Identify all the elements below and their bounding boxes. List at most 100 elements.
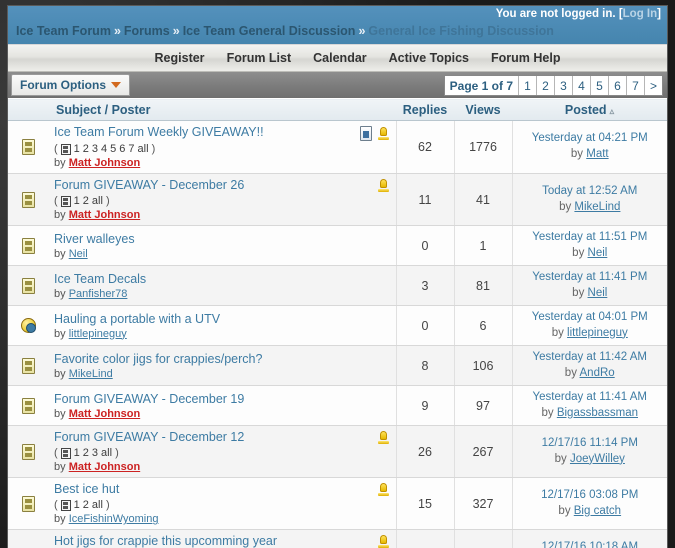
topic-title-link[interactable]: Forum GIVEAWAY - December 19 — [54, 392, 244, 406]
table-row[interactable]: River walleyes by Neil 0 1 Yesterday at 11:5… — [8, 224, 667, 267]
topic-status-cell — [8, 265, 48, 307]
topic-page-link[interactable]: 1 — [74, 499, 80, 511]
last-post-date[interactable]: 12/17/16 11:14 PM — [519, 436, 662, 452]
topic-page-link[interactable]: 1 — [74, 143, 80, 155]
last-post-author-link[interactable]: Bigassbassman — [557, 407, 638, 419]
breadcrumb-item-2[interactable]: Ice Team General Discussion — [183, 24, 356, 38]
table-row[interactable]: Forum GIVEAWAY - December 19 by Matt John… — [8, 385, 667, 427]
column-header-views[interactable]: Views — [454, 98, 512, 121]
topic-author-link[interactable]: Panfisher78 — [69, 288, 128, 300]
topic-author-link[interactable]: Matt Johnson — [69, 408, 141, 420]
pagination-page-4[interactable]: 4 — [572, 76, 590, 95]
table-row[interactable]: Hot jigs for crappie this upcomming year… — [8, 529, 667, 548]
topic-page-link[interactable]: 2 — [83, 499, 89, 511]
column-header-posted[interactable]: Posted ▵ — [512, 98, 667, 121]
column-header-replies[interactable]: Replies — [396, 98, 454, 121]
topic-author-link[interactable]: IceFishinWyoming — [69, 513, 159, 525]
topic-subject-cell: Forum GIVEAWAY - December 26 (1 2 all) by Ma… — [48, 173, 396, 226]
last-post-date[interactable]: Yesterday at 11:51 PM — [519, 230, 662, 246]
table-row[interactable]: Forum GIVEAWAY - December 26 (1 2 all) by Ma… — [8, 173, 667, 226]
table-row[interactable]: Best ice hut(1 2 all) by IceFishinWyoming 15… — [8, 477, 667, 531]
topic-author-link[interactable]: Neil — [69, 248, 88, 260]
topic-icon — [21, 495, 35, 512]
last-post-author-link[interactable]: AndRo — [580, 367, 615, 379]
topic-title-link[interactable]: Favorite color jigs for crappies/perch? — [54, 352, 262, 366]
topic-page-link[interactable]: 7 — [128, 143, 134, 155]
subject-line: Forum GIVEAWAY - December 19 — [54, 392, 390, 406]
nav-link-forum-help[interactable]: Forum Help — [491, 51, 560, 65]
topic-title-link[interactable]: Best ice hut — [54, 482, 119, 496]
last-post-author-link[interactable]: Matt — [586, 148, 608, 160]
table-row[interactable]: Forum GIVEAWAY - December 12(1 2 3 all) by M… — [8, 425, 667, 479]
last-post-date[interactable]: Yesterday at 11:41 AM — [519, 390, 662, 406]
forum-options-button[interactable]: Forum Options — [11, 74, 130, 96]
last-post-author-link[interactable]: Neil — [588, 287, 608, 299]
topic-subject-cell: Forum GIVEAWAY - December 12(1 2 3 all) by M… — [48, 425, 396, 479]
table-row[interactable]: Favorite color jigs for crappies/perch? b… — [8, 345, 667, 387]
last-post-author-link[interactable]: Big catch — [574, 505, 621, 517]
topic-page-link-all[interactable]: all — [92, 195, 103, 207]
forum-options-label: Forum Options — [20, 78, 106, 92]
topic-icon — [21, 357, 35, 374]
topic-page-link[interactable]: 5 — [110, 143, 116, 155]
last-post-author-link[interactable]: MikeLind — [574, 201, 620, 213]
topic-page-link-all[interactable]: all — [138, 143, 149, 155]
topic-views-count: 327 — [453, 477, 512, 531]
topic-author-link[interactable]: Matt Johnson — [69, 461, 141, 473]
pagination-page-7[interactable]: 7 — [626, 76, 644, 95]
topic-last-post-cell: Yesterday at 11:41 AM by Bigassbassman — [511, 385, 667, 427]
pagination-page-6[interactable]: 6 — [608, 76, 626, 95]
topic-title-link[interactable]: Forum GIVEAWAY - December 26 — [54, 178, 244, 192]
topic-title-link[interactable]: Forum GIVEAWAY - December 12 — [54, 430, 244, 444]
topic-author-link[interactable]: littlepineguy — [69, 328, 127, 340]
last-post-date[interactable]: Today at 12:52 AM — [519, 184, 662, 200]
last-post-date[interactable]: Yesterday at 11:41 PM — [519, 270, 662, 286]
breadcrumb-item-0[interactable]: Ice Team Forum — [16, 24, 111, 38]
nav-link-calendar[interactable]: Calendar — [313, 51, 367, 65]
pagination-page-2[interactable]: 2 — [536, 76, 554, 95]
topic-title-link[interactable]: Ice Team Decals — [54, 272, 146, 286]
topic-page-link[interactable]: 3 — [92, 447, 98, 459]
topic-page-link[interactable]: 3 — [92, 143, 98, 155]
byline-prefix: by — [54, 157, 69, 169]
last-post-author-link[interactable]: Neil — [588, 247, 608, 259]
topic-page-link[interactable]: 2 — [83, 143, 89, 155]
topic-title-link[interactable]: Hauling a portable with a UTV — [54, 312, 220, 326]
log-in-link[interactable]: Log In — [623, 8, 658, 20]
nav-link-forum-list[interactable]: Forum List — [227, 51, 292, 65]
topic-author-link[interactable]: MikeLind — [69, 368, 113, 380]
last-post-date[interactable]: Yesterday at 11:42 AM — [519, 350, 662, 366]
last-post-date[interactable]: Yesterday at 04:21 PM — [519, 131, 662, 147]
topic-author-link[interactable]: Matt Johnson — [69, 157, 141, 169]
topic-page-link-all[interactable]: all — [92, 499, 103, 511]
topic-page-link[interactable]: 2 — [83, 195, 89, 207]
pagination-next[interactable]: > — [644, 76, 662, 95]
breadcrumb-item-1[interactable]: Forums — [124, 24, 170, 38]
topic-page-link[interactable]: 4 — [101, 143, 107, 155]
pagination-page-3[interactable]: 3 — [554, 76, 572, 95]
column-header-subject[interactable]: Subject / Poster — [48, 98, 396, 121]
pagination-page-1[interactable]: 1 — [518, 76, 536, 95]
pagination-page-5[interactable]: 5 — [590, 76, 608, 95]
last-post-date[interactable]: 12/17/16 03:08 PM — [519, 488, 662, 504]
last-post-date[interactable]: 12/17/16 10:18 AM — [519, 540, 662, 548]
table-row[interactable]: Ice Team Decals by Panfisher78 3 81 Yesterda… — [8, 265, 667, 307]
topic-page-link[interactable]: 2 — [83, 447, 89, 459]
topic-title-link[interactable]: Hot jigs for crappie this upcomming year — [54, 534, 277, 548]
nav-link-register[interactable]: Register — [155, 51, 205, 65]
last-post-date[interactable]: Yesterday at 04:01 PM — [519, 310, 662, 326]
breadcrumb-item-3[interactable]: General Ice Fishing Discussion — [368, 24, 553, 38]
byline-prefix: by — [551, 326, 568, 339]
last-post-author-link[interactable]: JoeyWilley — [570, 453, 625, 465]
topic-title-link[interactable]: Ice Team Forum Weekly GIVEAWAY!! — [54, 125, 264, 139]
topic-page-link[interactable]: 6 — [119, 143, 125, 155]
topic-title-link[interactable]: River walleyes — [54, 232, 135, 246]
last-post-author-link[interactable]: littlepineguy — [567, 327, 628, 339]
topic-page-link-all[interactable]: all — [101, 447, 112, 459]
topic-page-link[interactable]: 1 — [74, 447, 80, 459]
nav-link-active-topics[interactable]: Active Topics — [389, 51, 469, 65]
topic-author-link[interactable]: Matt Johnson — [69, 209, 141, 221]
table-row[interactable]: Ice Team Forum Weekly GIVEAWAY!! (1 2 3 4 5 6 7… — [8, 120, 667, 174]
table-row[interactable]: Hauling a portable with a UTV by littlepi… — [8, 305, 667, 347]
topic-page-link[interactable]: 1 — [74, 195, 80, 207]
